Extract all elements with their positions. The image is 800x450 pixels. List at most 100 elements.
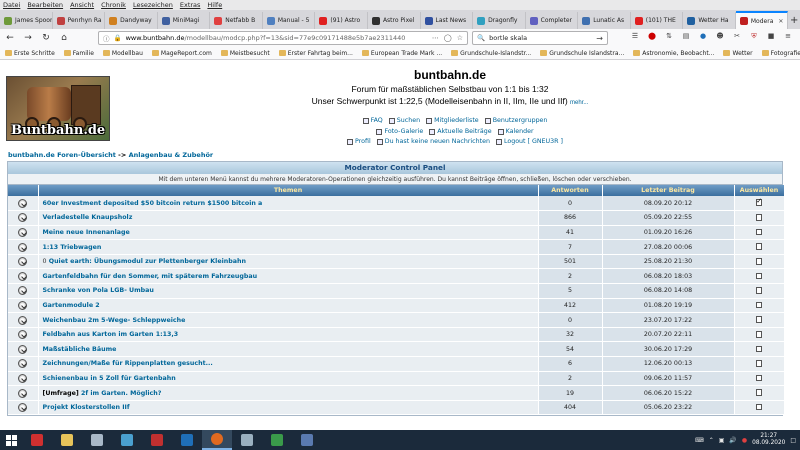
select-checkbox[interactable] bbox=[755, 374, 763, 382]
clock[interactable]: 21:27 08.09.2020 bbox=[752, 433, 785, 447]
browser-tab[interactable]: Manual - 5 bbox=[263, 12, 316, 29]
taskbar-app-stacks[interactable] bbox=[262, 430, 292, 450]
select-checkbox[interactable] bbox=[755, 272, 763, 280]
topic-link[interactable]: Verladestelle Knaupsholz bbox=[43, 214, 133, 221]
extension-icon[interactable]: ● bbox=[698, 31, 708, 41]
select-checkbox[interactable] bbox=[755, 243, 763, 250]
menu-ansicht[interactable]: Ansicht bbox=[70, 1, 94, 9]
more-link[interactable]: mehr... bbox=[570, 100, 588, 106]
browser-tab[interactable]: Astro Pixel bbox=[368, 12, 421, 29]
home-icon[interactable]: ⌂ bbox=[58, 32, 70, 44]
search-link[interactable]: Suchen bbox=[388, 116, 420, 127]
reader-icon[interactable]: ▤ bbox=[681, 31, 691, 41]
bookmark-item[interactable]: Meistbesucht bbox=[220, 50, 270, 57]
topic-link[interactable]: Meine neue Innenanlage bbox=[43, 229, 130, 236]
reload-icon[interactable]: ↻ bbox=[40, 32, 52, 44]
topic-link[interactable]: Schienenbau in 5 Zoll für Gartenbahn bbox=[43, 375, 176, 382]
taskbar-app-notes[interactable] bbox=[82, 430, 112, 450]
bookmark-item[interactable]: Grundschule-Islandstr... bbox=[451, 50, 531, 57]
network-icon[interactable]: ▣ bbox=[719, 437, 725, 444]
info-icon[interactable]: ⓘ bbox=[103, 33, 110, 43]
browser-tab[interactable]: Last News bbox=[421, 12, 474, 29]
url-bar[interactable]: ⓘ 🔒 www.buntbahn.de/modellbau/modcp.php?… bbox=[98, 31, 468, 45]
breadcrumb-forum[interactable]: Anlagenbau & Zubehör bbox=[129, 151, 214, 159]
topic-link[interactable]: Projekt Klosterstollen IIf bbox=[43, 404, 130, 411]
browser-tab[interactable]: Dragonfly bbox=[473, 12, 526, 29]
select-checkbox[interactable] bbox=[755, 301, 763, 309]
search-go-icon[interactable]: → bbox=[596, 34, 603, 43]
bookmark-item[interactable]: Erste Schritte bbox=[5, 50, 55, 57]
windows-start-icon[interactable] bbox=[0, 430, 22, 450]
bookmark-star-icon[interactable]: ☆ bbox=[457, 34, 463, 42]
profile-link[interactable]: Profil bbox=[347, 137, 371, 148]
new-tab-icon[interactable]: + bbox=[788, 12, 800, 29]
browser-tab[interactable]: MiniMagi bbox=[158, 12, 211, 29]
menu-datei[interactable]: Datei bbox=[3, 1, 20, 9]
select-checkbox[interactable] bbox=[755, 316, 763, 323]
lock-icon[interactable]: 🔒 bbox=[114, 34, 122, 42]
browser-tab[interactable]: Wetter Ha bbox=[683, 12, 736, 29]
topic-link[interactable]: 2f im Garten. Möglich? bbox=[81, 390, 161, 397]
groups-link[interactable]: Benutzergruppen bbox=[484, 116, 547, 127]
select-checkbox[interactable] bbox=[755, 389, 763, 396]
security-tray-icon[interactable]: ● bbox=[742, 437, 747, 444]
bookmark-item[interactable]: Fotografie bbox=[761, 50, 800, 57]
topic-link[interactable]: Schranke von Pola LGB- Umbau bbox=[43, 287, 154, 294]
bookmark-item[interactable]: Wetter bbox=[723, 50, 753, 57]
search-bar[interactable]: 🔍 bortle skala → bbox=[472, 31, 608, 45]
taskbar-app-photoshop[interactable] bbox=[172, 430, 202, 450]
breadcrumb-home[interactable]: buntbahn.de Foren-Übersicht bbox=[8, 151, 116, 159]
notifications-icon[interactable]: □ bbox=[790, 437, 796, 444]
topic-link[interactable]: Gartenmodule 2 bbox=[43, 302, 100, 309]
account-icon[interactable]: ☻ bbox=[715, 31, 725, 41]
taskbar-app-spider[interactable] bbox=[142, 430, 172, 450]
puzzle-icon[interactable]: ■ bbox=[766, 31, 776, 41]
members-link[interactable]: Mitgliederliste bbox=[426, 116, 479, 127]
current-posts-link[interactable]: Aktuelle Beiträge bbox=[429, 127, 492, 138]
taskbar-app-shield-app[interactable] bbox=[22, 430, 52, 450]
pocket-icon[interactable]: ◯ bbox=[444, 34, 452, 42]
browser-tab[interactable]: Penrhyn Ra bbox=[53, 12, 106, 29]
menu-extras[interactable]: Extras bbox=[180, 1, 201, 9]
taskbar-app-explorer[interactable] bbox=[52, 430, 82, 450]
browser-tab[interactable]: James Spooner bbox=[0, 12, 53, 29]
bookmark-item[interactable]: Modellbau bbox=[102, 50, 143, 57]
bookmark-item[interactable]: MageReport.com bbox=[151, 50, 212, 57]
logout-link[interactable]: Logout [ GNEU3R ] bbox=[495, 137, 563, 148]
menu-lesezeichen[interactable]: Lesezeichen bbox=[133, 1, 173, 9]
topic-link[interactable]: 60er Investment deposited $50 bitcoin re… bbox=[43, 200, 263, 207]
calendar-link[interactable]: Kalender bbox=[497, 127, 534, 138]
taskbar-app-firefox[interactable] bbox=[202, 430, 232, 450]
volume-icon[interactable]: 🔊 bbox=[729, 437, 736, 444]
browser-tab[interactable]: Dandyway bbox=[105, 12, 158, 29]
browser-tab[interactable]: Modera ✕ bbox=[735, 11, 789, 29]
topic-link[interactable]: Feldbahn aus Karton im Garten 1:13,3 bbox=[43, 331, 179, 338]
more-dots-icon[interactable]: ⋯ bbox=[432, 34, 439, 42]
browser-tab[interactable]: (91) Astro bbox=[315, 12, 368, 29]
bookmark-item[interactable]: Familie bbox=[63, 50, 94, 57]
select-checkbox[interactable] bbox=[755, 331, 763, 338]
select-checkbox[interactable] bbox=[755, 214, 763, 221]
select-checkbox[interactable] bbox=[755, 228, 763, 236]
library-icon[interactable]: ☰ bbox=[630, 31, 640, 41]
bookmark-item[interactable]: Erster Fahrtag beim... bbox=[278, 50, 353, 57]
taskbar-app-file[interactable] bbox=[232, 430, 262, 450]
menu-chronik[interactable]: Chronik bbox=[101, 1, 126, 9]
search-input[interactable]: bortle skala bbox=[489, 34, 527, 42]
select-checkbox[interactable] bbox=[755, 287, 763, 294]
hamburger-menu-icon[interactable]: ≡ bbox=[783, 31, 793, 41]
tray-chevron-icon[interactable]: ⌃ bbox=[709, 437, 714, 444]
back-icon[interactable]: ← bbox=[4, 32, 16, 44]
forward-icon[interactable]: → bbox=[22, 32, 34, 44]
menu-bearbeiten[interactable]: Bearbeiten bbox=[27, 1, 63, 9]
shield-icon[interactable]: ⛨ bbox=[749, 31, 759, 41]
topic-link[interactable]: Maßstäbliche Bäume bbox=[43, 346, 117, 353]
taskbar-app-layers[interactable] bbox=[112, 430, 142, 450]
select-checkbox[interactable] bbox=[755, 360, 763, 367]
messages-link[interactable]: Du hast keine neuen Nachrichten bbox=[376, 137, 490, 148]
menu-hilfe[interactable]: Hilfe bbox=[207, 1, 222, 9]
adblock-icon[interactable]: ⬤ bbox=[647, 31, 657, 41]
browser-tab[interactable]: Lunatic As bbox=[578, 12, 631, 29]
keyboard-icon[interactable]: ⌨ bbox=[695, 437, 704, 444]
topic-link[interactable]: Gartenfeldbahn für den Sommer, mit späte… bbox=[43, 273, 258, 280]
